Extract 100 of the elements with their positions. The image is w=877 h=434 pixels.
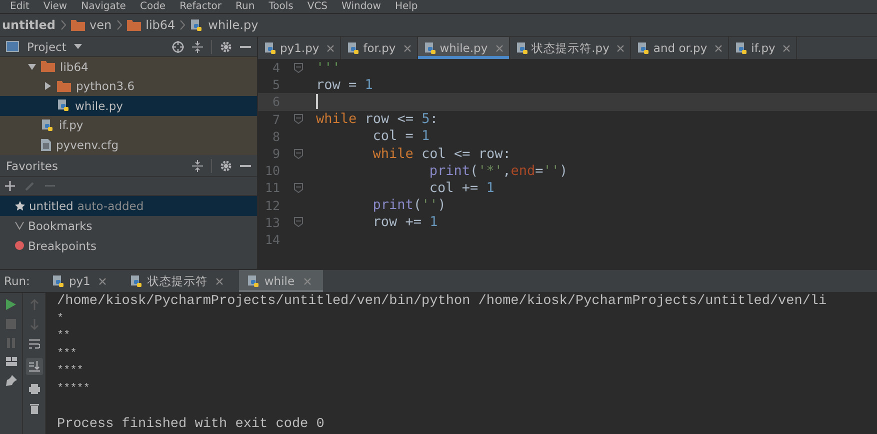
console-line: ***	[57, 346, 78, 362]
run-tab[interactable]: py1	[44, 270, 118, 292]
panel-title: Favorites	[6, 159, 58, 173]
breadcrumb-item[interactable]: lib64	[146, 18, 176, 32]
favorites-label: Bookmarks	[28, 218, 92, 232]
python-file-icon	[52, 274, 65, 288]
menu-item[interactable]: Tools	[268, 1, 294, 12]
run-tab[interactable]: while	[239, 270, 323, 292]
tree-item-label: pyvenv.cfg	[56, 138, 119, 152]
panel-title[interactable]: Project	[27, 40, 66, 54]
menu-item[interactable]: Navigate	[81, 1, 126, 12]
menu-item[interactable]: Refactor	[180, 1, 222, 12]
close-icon[interactable]	[496, 44, 503, 52]
soft-wrap-icon[interactable]	[28, 339, 40, 349]
fold-marker-icon[interactable]	[294, 148, 302, 159]
tree-item[interactable]: if.py	[0, 116, 257, 135]
menu-item[interactable]: Help	[394, 1, 418, 12]
python-file-icon	[57, 99, 70, 112]
close-icon[interactable]	[404, 44, 411, 52]
tree-item[interactable]: while.py	[0, 96, 257, 116]
fold-marker-icon[interactable]	[294, 62, 302, 73]
code-line: print('*',end='')	[429, 162, 568, 179]
scroll-to-end-icon[interactable]	[26, 358, 42, 375]
editor-tab[interactable]: if.py	[729, 37, 798, 59]
close-icon[interactable]	[99, 278, 106, 284]
collapse-all-icon[interactable]	[192, 160, 203, 172]
line-number: 11	[264, 180, 280, 196]
fold-marker-icon[interactable]	[294, 114, 302, 124]
python-file-icon	[735, 42, 748, 54]
code-line: print('')	[372, 197, 446, 214]
close-icon[interactable]	[715, 44, 722, 52]
expanded-arrow-icon[interactable]	[28, 62, 36, 71]
line-number: 9	[271, 146, 280, 162]
check-icon	[15, 221, 24, 230]
console-line: ****	[57, 364, 84, 380]
tree-item[interactable]: python3.6	[0, 76, 257, 96]
editor-tab[interactable]: py1.py	[258, 37, 342, 59]
close-icon[interactable]	[216, 278, 224, 284]
tree-item-label: lib64	[60, 60, 88, 74]
line-number: 10	[264, 163, 280, 178]
code-line: while row <= 5:	[316, 111, 438, 128]
favorites-item[interactable]: Bookmarks	[0, 216, 257, 236]
line-number: 14	[264, 232, 280, 247]
favorites-item[interactable]: Breakpoints	[0, 236, 257, 256]
python-file-icon	[190, 18, 204, 32]
fold-marker-icon[interactable]	[294, 217, 302, 228]
tree-item-label: if.py	[59, 118, 84, 132]
tree-item[interactable]: lib64	[0, 57, 257, 76]
close-icon[interactable]	[304, 278, 311, 284]
collapse-all-icon[interactable]	[192, 40, 203, 52]
code-line: row = 1	[316, 76, 373, 93]
menu-item[interactable]: Window	[342, 1, 381, 12]
settings-icon[interactable]	[220, 40, 232, 52]
editor-tab[interactable]: for.py	[341, 37, 418, 59]
line-number: 5	[271, 77, 280, 92]
tree-item-label: python3.6	[76, 79, 135, 94]
dropdown-caret-icon[interactable]	[74, 44, 82, 49]
favorites-note: auto-added	[77, 198, 144, 212]
tree-item[interactable]: pyvenv.cfg	[0, 135, 257, 154]
close-icon[interactable]	[327, 44, 334, 52]
console-line: *	[57, 312, 65, 327]
code-line: col += 1	[429, 180, 494, 196]
editor-tab[interactable]: and or.py	[631, 37, 730, 59]
trash-icon[interactable]	[30, 403, 38, 414]
edit-icon[interactable]	[25, 180, 35, 190]
code-line: while col <= row:	[372, 146, 511, 162]
editor-tab[interactable]: 状态提示符.py	[510, 37, 632, 59]
code-line: row += 1	[372, 214, 438, 230]
line-number: 4	[271, 60, 280, 76]
breadcrumb-item[interactable]: ven	[90, 18, 112, 32]
console-line: *****	[57, 382, 92, 397]
add-icon[interactable]	[5, 180, 15, 190]
menu-item[interactable]: VCS	[307, 1, 328, 12]
project-panel-icon	[6, 41, 19, 52]
breadcrumb-item[interactable]: while.py	[208, 18, 258, 32]
console-line: Process finished with exit code 0	[57, 416, 326, 434]
close-icon[interactable]	[783, 44, 790, 52]
settings-icon[interactable]	[220, 160, 232, 172]
menu-item[interactable]: Run	[236, 1, 255, 12]
favorites-item[interactable]: untitled auto-added	[0, 196, 257, 216]
line-number: 7	[271, 112, 280, 127]
code-line: col = 1	[372, 128, 430, 144]
menu-item[interactable]: Code	[140, 1, 166, 12]
line-number: 12	[264, 198, 280, 213]
close-icon[interactable]	[617, 44, 624, 52]
fold-marker-icon[interactable]	[294, 182, 302, 193]
menu-item[interactable]: View	[43, 1, 68, 12]
breadcrumb-item[interactable]: untitled	[2, 18, 56, 32]
locate-icon[interactable]	[172, 40, 184, 52]
folder-icon	[70, 20, 85, 30]
menu-item[interactable]: Edit	[10, 1, 30, 12]
folder-icon	[126, 20, 141, 30]
chevron-icon	[116, 20, 122, 30]
print-icon[interactable]	[28, 384, 40, 394]
pin-icon[interactable]	[6, 375, 16, 386]
run-icon[interactable]	[6, 299, 16, 310]
layout-icon[interactable]	[6, 357, 16, 366]
run-tab[interactable]: 状态提示符	[122, 270, 236, 292]
collapsed-arrow-icon[interactable]	[44, 82, 52, 90]
editor-tab[interactable]: while.py	[418, 37, 510, 59]
